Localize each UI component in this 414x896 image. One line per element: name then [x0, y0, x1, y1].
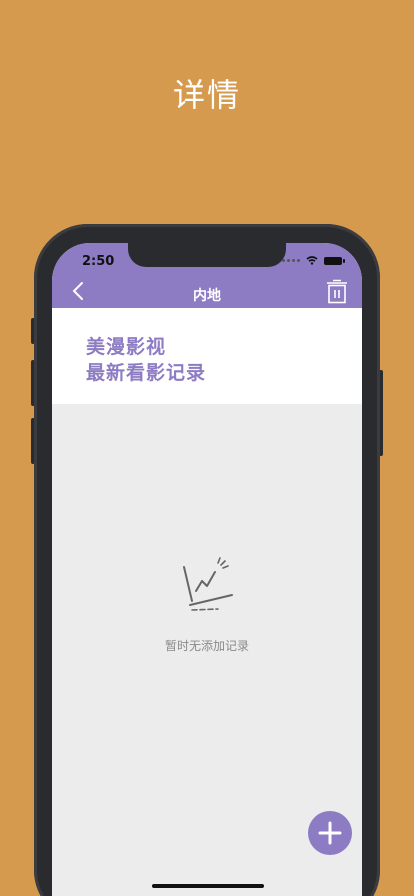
top-bar: 2:50 内地 [52, 243, 362, 308]
header-subtitle: 最新看影记录 [86, 362, 207, 384]
plus-icon [318, 821, 342, 845]
chart-line-icon [183, 557, 233, 611]
header-card: 美漫影视 最新看影记录 [52, 308, 362, 404]
home-indicator[interactable] [152, 884, 264, 888]
page: 详情 2:50 内地 美漫影视 最新看影记录 暂时无添加记录 [0, 0, 414, 896]
signal-icon [282, 259, 300, 262]
status-time: 2:50 [82, 254, 115, 269]
delete-button[interactable] [324, 279, 350, 305]
wifi-icon [306, 256, 318, 265]
promo-title: 详情 [172, 76, 241, 114]
header-title: 美漫影视 [86, 336, 167, 358]
battery-icon [324, 256, 345, 265]
nav-title: 内地 [193, 288, 221, 304]
status-icons [282, 256, 345, 265]
empty-state-message: 暂时无添加记录 [164, 639, 249, 653]
add-button[interactable] [308, 811, 352, 855]
phone-screen: 2:50 内地 美漫影视 最新看影记录 暂时无添加记录 [52, 243, 362, 896]
notch [128, 243, 286, 267]
trash-icon [327, 279, 347, 304]
